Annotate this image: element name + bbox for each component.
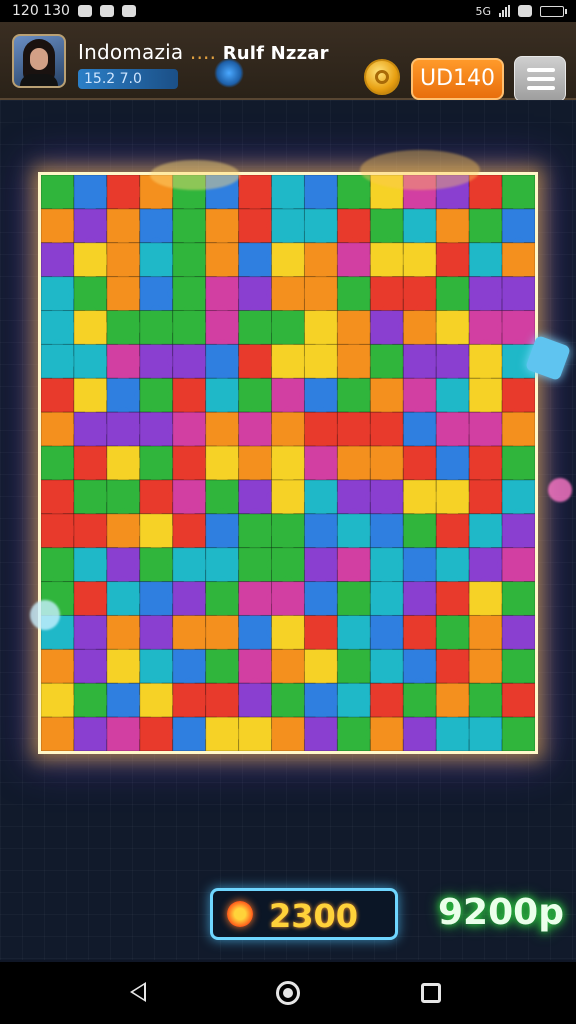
menu-button[interactable] — [514, 56, 566, 102]
sparkle — [30, 600, 60, 630]
glow-orb-icon — [214, 58, 244, 88]
top-bar: Indomazia .... Rulf Nzzar 15.2 7.0 UD140 — [0, 22, 576, 102]
sparkle — [150, 160, 240, 190]
app-notification-icon — [99, 5, 114, 17]
puzzle-piece[interactable] — [501, 716, 535, 751]
message-icon — [121, 5, 136, 17]
puzzle-board[interactable] — [38, 172, 538, 754]
player-name-text: Indomazia — [78, 40, 184, 64]
player-name: Indomazia .... Rulf Nzzar — [78, 40, 329, 64]
status-bar: 120 130 5G — [0, 0, 576, 22]
coin-icon[interactable] — [364, 59, 400, 95]
signal-icon — [499, 5, 510, 17]
home-icon[interactable] — [276, 981, 300, 1005]
sun-icon — [227, 901, 253, 927]
player-level-badge: 15.2 7.0 — [78, 69, 178, 89]
battery-icon — [540, 5, 567, 17]
menu-icon — [527, 68, 555, 72]
sparkle — [548, 478, 572, 502]
player-avatar[interactable] — [12, 34, 66, 88]
notification-icon — [77, 5, 92, 17]
puzzle-pieces[interactable] — [41, 175, 535, 751]
wifi-icon — [518, 5, 532, 17]
recent-apps-icon[interactable] — [421, 983, 441, 1003]
navigation-bar — [0, 962, 576, 1024]
network-type: 5G — [475, 4, 491, 18]
score-panel: 2300 — [210, 888, 398, 940]
name-separator: .... — [189, 40, 217, 64]
score-value: 2300 — [269, 897, 359, 935]
sparkle — [360, 150, 480, 190]
back-icon[interactable] — [130, 982, 146, 1002]
currency-button[interactable]: UD140 — [411, 58, 504, 100]
clock: 120 130 — [12, 3, 70, 19]
points-value: 9200p — [438, 892, 564, 933]
